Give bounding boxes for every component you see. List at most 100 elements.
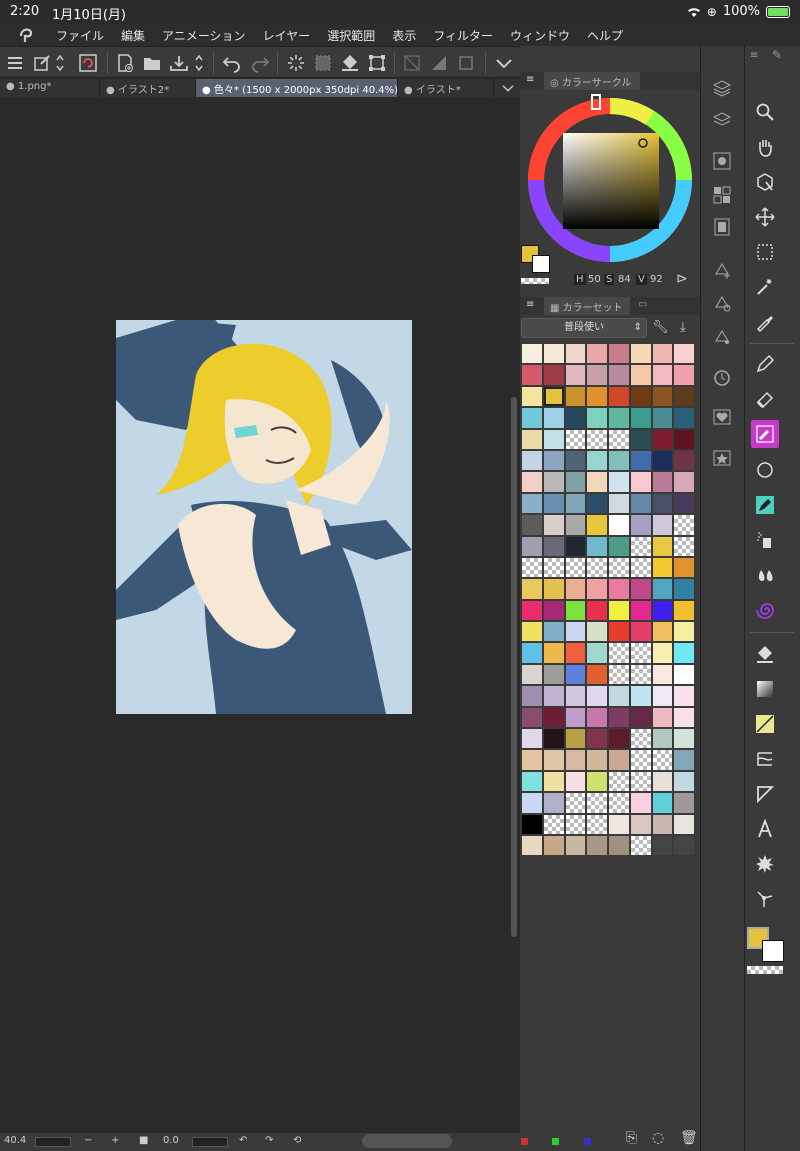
palette-swatch[interactable] [673, 834, 695, 857]
blend-tool-icon[interactable] [751, 561, 779, 589]
palette-swatch[interactable] [651, 449, 674, 472]
palette-swatch[interactable] [542, 385, 565, 408]
palette-swatch[interactable] [629, 728, 652, 750]
palette-swatch[interactable] [629, 706, 652, 729]
auto-select-wand-icon[interactable] [751, 273, 779, 301]
save-icon[interactable] [167, 51, 191, 75]
palette-swatch[interactable] [608, 514, 630, 536]
palette-swatch[interactable] [673, 599, 695, 622]
layer-stack-icon[interactable] [710, 76, 734, 100]
wrench-icon[interactable]: 🔧︎ [652, 320, 669, 335]
palette-swatch[interactable] [521, 685, 543, 707]
palette-swatch[interactable] [521, 642, 543, 664]
palette-swatch[interactable] [542, 428, 565, 450]
palette-swatch[interactable] [651, 407, 674, 429]
palette-swatch[interactable] [564, 578, 587, 600]
palette-swatch[interactable] [651, 621, 674, 643]
menu-item[interactable]: ウィンドウ [510, 27, 570, 44]
palette-swatch[interactable] [586, 407, 608, 429]
replace-color-icon[interactable]: ◌ [652, 1130, 664, 1146]
palette-swatch[interactable] [651, 663, 674, 686]
palette-swatch[interactable] [629, 621, 652, 643]
palette-swatch[interactable] [651, 514, 674, 536]
palette-swatch[interactable] [542, 792, 565, 814]
palette-swatch[interactable] [564, 471, 587, 493]
palette-swatch[interactable] [651, 556, 674, 579]
film-icon[interactable] [710, 215, 734, 239]
undo-icon[interactable] [220, 51, 244, 75]
palette-swatch[interactable] [521, 364, 543, 386]
palette-swatch[interactable] [629, 535, 652, 557]
palette-swatch[interactable] [564, 385, 587, 408]
clear-selection-icon[interactable] [311, 51, 335, 75]
palette-swatch[interactable] [564, 407, 587, 429]
palette-swatch[interactable] [521, 492, 543, 515]
palette-swatch[interactable] [629, 364, 652, 386]
palette-swatch[interactable] [521, 578, 543, 600]
tab-color-set[interactable]: ▦ カラーセット [544, 297, 630, 315]
palette-swatch[interactable] [564, 343, 587, 365]
color-mode-switch-icon[interactable]: ⊳ [676, 271, 688, 287]
palette-swatch[interactable] [673, 514, 695, 536]
updown-icon[interactable] [53, 51, 67, 75]
palette-swatch[interactable] [629, 578, 652, 600]
chevron-down-icon[interactable] [492, 51, 516, 75]
tab-1-png[interactable]: ● 1.png* [0, 79, 100, 97]
palette-swatch[interactable] [564, 599, 587, 622]
palette-swatch[interactable] [521, 514, 543, 536]
hamburger-menu-icon[interactable] [3, 51, 27, 75]
palette-swatch[interactable] [608, 407, 630, 429]
palette-swatch[interactable] [564, 706, 587, 729]
contour-fill-tool-icon[interactable] [751, 710, 779, 738]
zoom-in-button[interactable]: + [111, 1135, 119, 1146]
palette-swatch[interactable] [542, 492, 565, 515]
palette-swatch[interactable] [521, 471, 543, 493]
pen-tool-icon[interactable] [751, 350, 779, 378]
palette-swatch[interactable] [521, 621, 543, 643]
palette-swatch[interactable] [651, 343, 674, 365]
menu-item[interactable]: フィルター [433, 27, 493, 44]
panel-menu-icon[interactable]: ≡ [526, 299, 534, 310]
palette-swatch[interactable] [564, 514, 587, 536]
text-tool-icon[interactable] [751, 815, 779, 843]
palette-swatch[interactable] [608, 621, 630, 643]
tool-panel-menu-icon[interactable]: ≡ [750, 50, 758, 61]
palette-swatch[interactable] [651, 535, 674, 557]
palette-swatch[interactable] [586, 621, 608, 643]
palette-swatch[interactable] [564, 364, 587, 386]
palette-swatch[interactable] [673, 685, 695, 707]
palette-swatch[interactable] [586, 535, 608, 557]
palette-swatch[interactable] [673, 492, 695, 515]
palette-swatch[interactable] [586, 642, 608, 664]
palette-swatch[interactable] [629, 449, 652, 472]
palette-swatch[interactable] [586, 492, 608, 515]
palette-swatch[interactable] [651, 813, 674, 835]
reset-rotation-icon[interactable]: ⟲ [293, 1135, 301, 1146]
palette-swatch[interactable] [521, 706, 543, 729]
edit-brush-icon[interactable] [30, 51, 54, 75]
rotation-value[interactable]: 0.0 [163, 1135, 179, 1146]
quick-access-icon[interactable] [76, 51, 100, 75]
palette-swatch[interactable] [608, 385, 630, 408]
palette-swatch[interactable] [564, 621, 587, 643]
palette-swatch[interactable] [542, 578, 565, 600]
palette-swatch[interactable] [586, 514, 608, 536]
palette-swatch[interactable] [521, 792, 543, 814]
palette-swatch[interactable] [608, 428, 630, 450]
palette-swatch[interactable] [608, 364, 630, 386]
palette-swatch[interactable] [651, 578, 674, 600]
palette-swatch[interactable] [608, 749, 630, 771]
palette-swatch[interactable] [608, 770, 630, 793]
palette-swatch[interactable] [542, 813, 565, 835]
object-tool-icon[interactable] [751, 168, 779, 196]
tool-transparent-swatch[interactable] [747, 966, 783, 974]
tab-iroiro[interactable]: ● 色々* (1500 x 2000px 350dpi 40.4%) [196, 79, 398, 97]
palette-swatch[interactable] [608, 685, 630, 707]
palette-swatch[interactable] [521, 663, 543, 686]
palette-swatch[interactable] [608, 535, 630, 557]
palette-swatch[interactable] [608, 706, 630, 729]
palette-swatch[interactable] [629, 385, 652, 408]
palette-swatch[interactable] [629, 407, 652, 429]
palette-swatch[interactable] [586, 385, 608, 408]
gradient-tool-icon[interactable] [751, 675, 779, 703]
